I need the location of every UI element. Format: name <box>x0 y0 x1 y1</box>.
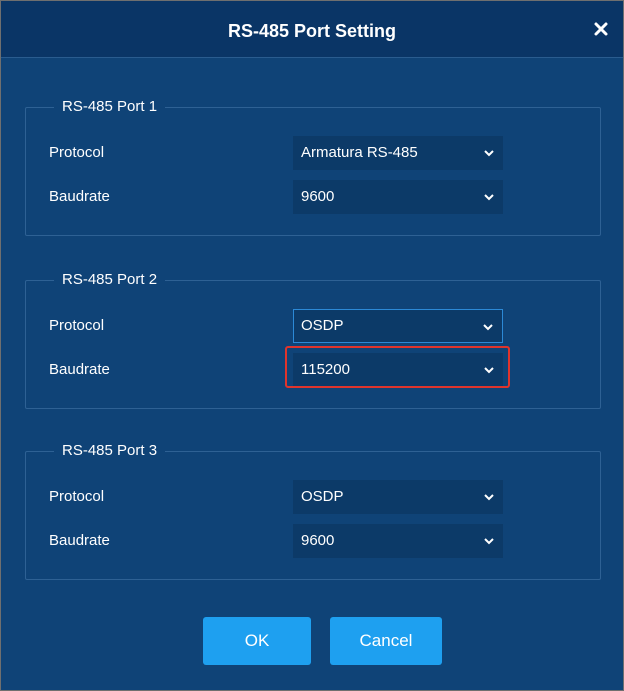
port-3-protocol-value: OSDP <box>301 488 344 505</box>
port-2-protocol-select[interactable]: OSDP <box>293 309 503 343</box>
ok-button[interactable]: OK <box>203 617 311 665</box>
dialog-titlebar: RS-485 Port Setting <box>1 1 623 58</box>
chevron-down-icon <box>484 538 494 545</box>
port-3-protocol-select[interactable]: OSDP <box>293 480 503 514</box>
close-icon[interactable] <box>593 21 609 37</box>
port-1-baudrate-select[interactable]: 9600 <box>293 180 503 214</box>
port-3-baudrate-select[interactable]: 9600 <box>293 524 503 558</box>
port-1-baudrate-value: 9600 <box>301 188 335 205</box>
port-2-group: RS-485 Port 2 Protocol OSDP Baudrate 115… <box>25 269 601 409</box>
port-1-legend: RS-485 Port 1 <box>54 96 166 118</box>
port-2-baudrate-label: Baudrate <box>49 361 110 378</box>
port-1-group: RS-485 Port 1 Protocol Armatura RS-485 B… <box>25 96 601 236</box>
port-2-legend: RS-485 Port 2 <box>54 269 166 291</box>
chevron-down-icon <box>484 150 494 157</box>
port-2-protocol-label: Protocol <box>49 317 105 334</box>
port-1-protocol-value: Armatura RS-485 <box>301 144 418 161</box>
chevron-down-icon <box>483 324 493 331</box>
dialog-title: RS-485 Port Setting <box>227 21 397 41</box>
port-3-legend: RS-485 Port 3 <box>54 440 166 462</box>
chevron-down-icon <box>484 194 494 201</box>
highlight-annotation <box>285 346 510 388</box>
port-3-group: RS-485 Port 3 Protocol OSDP Baudrate 960… <box>25 440 601 580</box>
port-3-baudrate-value: 9600 <box>301 532 335 549</box>
port-2-protocol-value: OSDP <box>301 317 344 334</box>
port-1-protocol-label: Protocol <box>49 144 105 161</box>
port-1-baudrate-label: Baudrate <box>49 188 110 205</box>
chevron-down-icon <box>484 494 494 501</box>
cancel-button[interactable]: Cancel <box>330 617 442 665</box>
rs485-port-setting-dialog: RS-485 Port Setting RS-485 Port 1 Protoc… <box>0 0 624 691</box>
port-3-protocol-label: Protocol <box>49 488 105 505</box>
port-1-protocol-select[interactable]: Armatura RS-485 <box>293 136 503 170</box>
port-3-baudrate-label: Baudrate <box>49 532 110 549</box>
